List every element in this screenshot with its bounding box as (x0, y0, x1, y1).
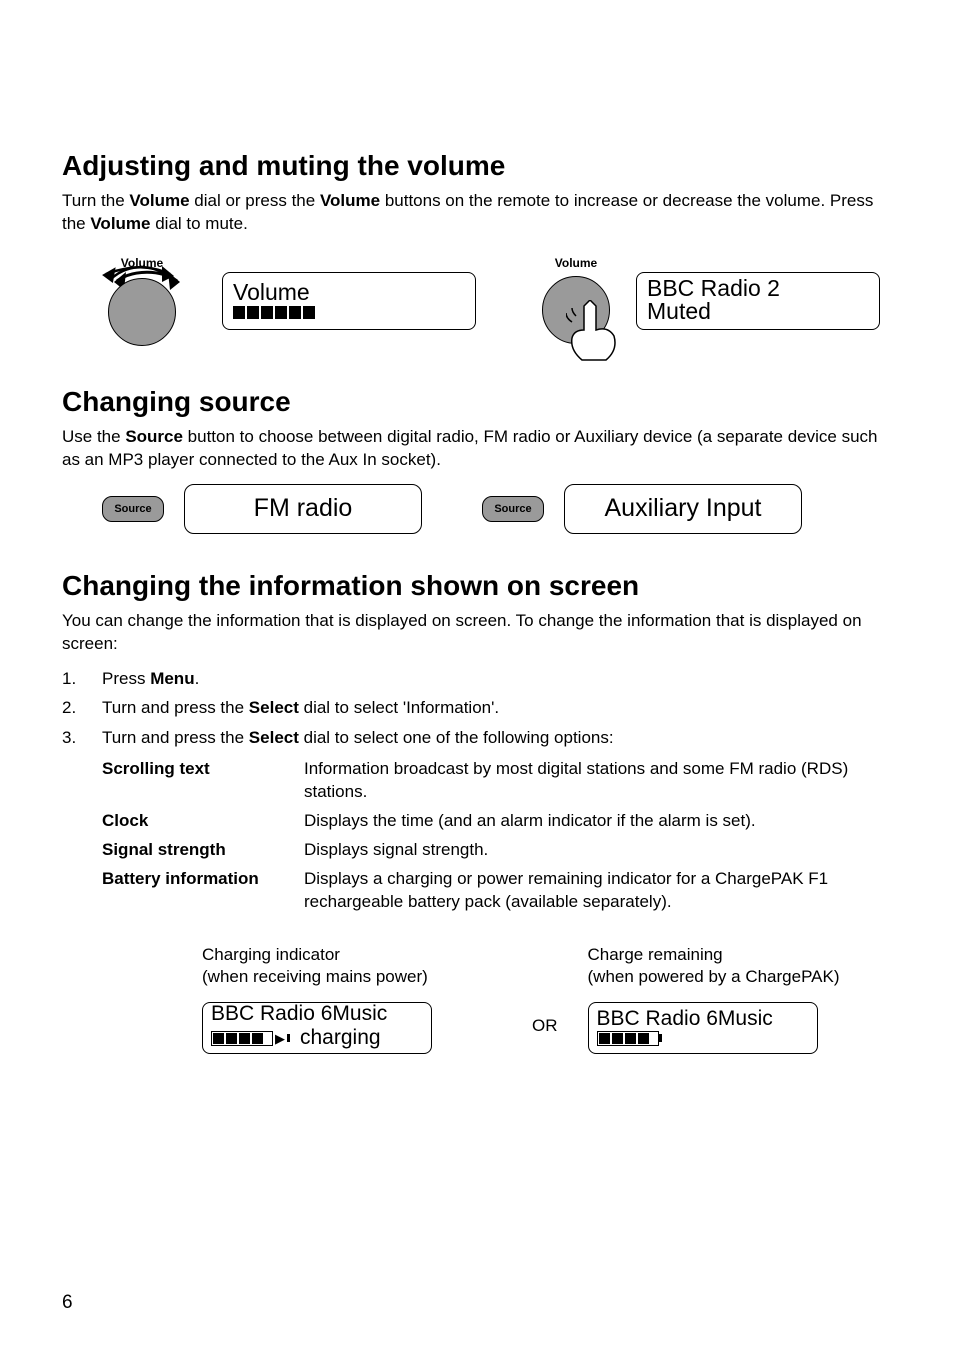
charging-indicator-column: Charging indicator (when receiving mains… (202, 944, 502, 1054)
heading-info: Changing the information shown on screen (62, 570, 894, 602)
or-label: OR (532, 1016, 558, 1054)
heading-source: Changing source (62, 386, 894, 418)
paragraph-volume: Turn the Volume dial or press the Volume… (62, 190, 894, 236)
step-3: Turn and press the Select dial to select… (62, 725, 894, 751)
lcd-muted: BBC Radio 2 Muted (636, 272, 880, 330)
volume-press-dial: Volume (516, 246, 636, 346)
section-info: Changing the information shown on screen… (62, 570, 894, 1054)
term-clock: Clock (102, 810, 292, 833)
charge-remaining-column: Charge remaining (when powered by a Char… (588, 944, 888, 1054)
source-illustration-row: Source FM radio Source Auxiliary Input (102, 484, 894, 534)
step-2: Turn and press the Select dial to select… (62, 695, 894, 721)
source-button-icon: Source (482, 496, 544, 522)
paragraph-source: Use the Source button to choose between … (62, 426, 894, 472)
lcd-line1: BBC Radio 2 (647, 277, 869, 300)
lcd-fm-radio: FM radio (184, 484, 422, 534)
volume-illustration-row: Volume Volume (62, 246, 894, 346)
section-volume: Adjusting and muting the volume Turn the… (62, 150, 894, 346)
dial-icon (108, 278, 176, 346)
term-signal-strength: Signal strength (102, 839, 292, 862)
manual-page: Adjusting and muting the volume Turn the… (0, 0, 954, 1354)
lcd-volume: Volume (222, 272, 476, 330)
term-battery-information: Battery information (102, 868, 292, 914)
desc-battery-information: Displays a charging or power remaining i… (304, 868, 894, 914)
lcd-line1: Volume (233, 281, 465, 304)
hand-press-icon (566, 300, 626, 370)
desc-clock: Displays the time (and an alarm indicato… (304, 810, 894, 833)
heading-volume: Adjusting and muting the volume (62, 150, 894, 182)
lcd-remaining: BBC Radio 6Music (588, 1002, 818, 1054)
charging-label: charging (300, 1026, 381, 1050)
lcd-station-name: BBC Radio 6Music (211, 1003, 423, 1024)
paragraph-info: You can change the information that is d… (62, 610, 894, 656)
desc-scrolling-text: Information broadcast by most digital st… (304, 758, 894, 804)
source-button-icon: Source (102, 496, 164, 522)
lcd-line2: Muted (647, 300, 869, 323)
step-1: Press Menu. (62, 666, 894, 692)
lcd-station-name: BBC Radio 6Music (597, 1008, 809, 1029)
battery-charging-icon: ▶ (211, 1031, 290, 1046)
caption-charging: Charging indicator (when receiving mains… (202, 944, 502, 988)
battery-illustration-row: Charging indicator (when receiving mains… (202, 944, 894, 1054)
caption-remaining: Charge remaining (when powered by a Char… (588, 944, 888, 988)
info-options-table: Scrolling text Information broadcast by … (102, 758, 894, 914)
battery-level-icon (597, 1031, 662, 1046)
section-source: Changing source Use the Source button to… (62, 386, 894, 534)
volume-bars-icon (233, 306, 465, 319)
desc-signal-strength: Displays signal strength. (304, 839, 894, 862)
steps-list: Press Menu. Turn and press the Select di… (62, 666, 894, 751)
lcd-charging: BBC Radio 6Music ▶ charging (202, 1002, 432, 1054)
lcd-aux-input: Auxiliary Input (564, 484, 802, 534)
page-number: 6 (62, 1292, 73, 1314)
volume-turn-dial: Volume (62, 246, 222, 346)
term-scrolling-text: Scrolling text (102, 758, 292, 804)
dial-label: Volume (555, 256, 597, 270)
